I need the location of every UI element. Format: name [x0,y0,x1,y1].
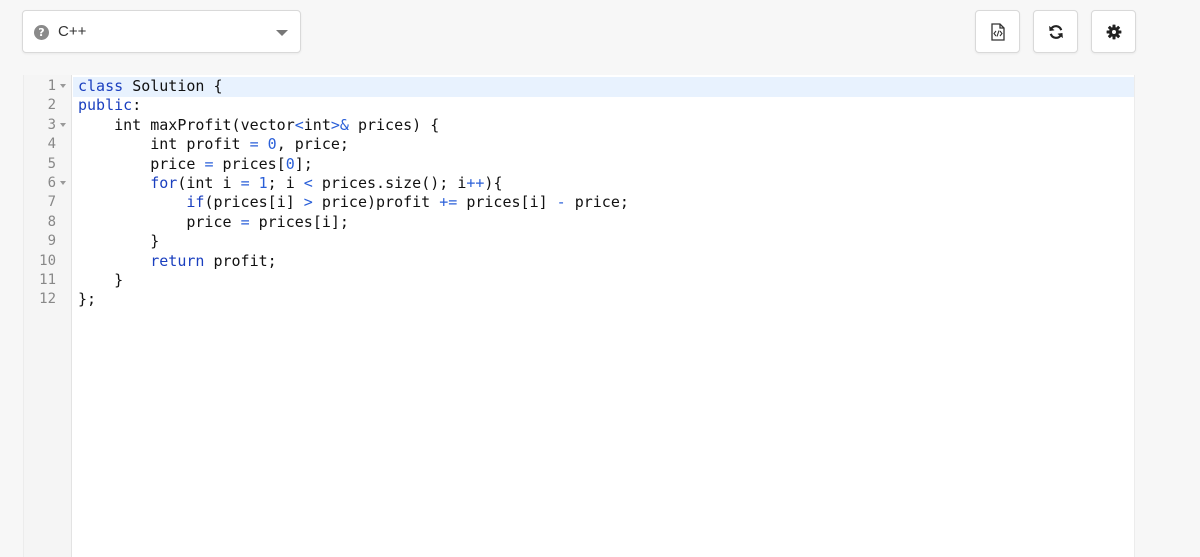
code-line[interactable]: price = prices[i]; [78,213,349,232]
language-select-value: C++ [58,23,87,40]
language-select[interactable]: ? C++ [22,10,301,53]
help-circle-icon: ? [34,25,49,40]
chevron-down-icon [276,30,288,36]
refresh-icon [1048,24,1063,39]
code-line[interactable]: } [78,271,123,290]
code-line[interactable]: for(int i = 1; i < prices.size(); i++){ [78,174,502,193]
code-line[interactable]: if(prices[i] > price)profit += prices[i]… [78,193,629,212]
code-file-icon [990,22,1005,41]
line-number: 3 [24,116,72,135]
active-line-highlight [73,77,1134,97]
gear-icon [1106,24,1121,39]
line-number: 4 [47,136,56,153]
code-line[interactable]: return profit; [78,252,276,271]
code-line[interactable]: } [78,232,159,251]
line-number: 10 [39,252,56,269]
code-line[interactable]: int maxProfit(vector<int>& prices) { [78,116,439,135]
line-number: 2 [47,97,56,114]
line-number: 11 [39,272,56,288]
code-line[interactable]: public: [78,96,141,115]
code-line[interactable]: price = prices[0]; [78,155,313,174]
code-line[interactable]: class Solution { [78,77,223,96]
line-number: 8 [47,213,56,230]
line-number: 1 [24,77,72,96]
line-number-gutter: 1 2 3 4 5 6 7 8 9 10 11 12 [24,75,72,557]
view-code-file-button[interactable] [975,10,1020,53]
line-number: 9 [47,233,56,250]
line-number: 7 [47,194,56,211]
line-number: 12 [39,291,56,308]
fold-arrow-icon[interactable] [60,181,66,185]
code-line[interactable]: }; [78,290,96,309]
reset-button[interactable] [1033,10,1078,53]
editor-toolbar: ? C++ [0,0,1200,72]
line-number: 5 [47,155,56,172]
code-editor[interactable]: 1 2 3 4 5 6 7 8 9 10 11 12 class Solution {public: … [23,75,1135,557]
line-number: 6 [24,174,72,193]
fold-arrow-icon[interactable] [60,122,66,127]
settings-button[interactable] [1091,10,1136,53]
code-line[interactable]: int profit = 0, price; [78,135,349,154]
fold-arrow-icon[interactable] [60,84,66,88]
